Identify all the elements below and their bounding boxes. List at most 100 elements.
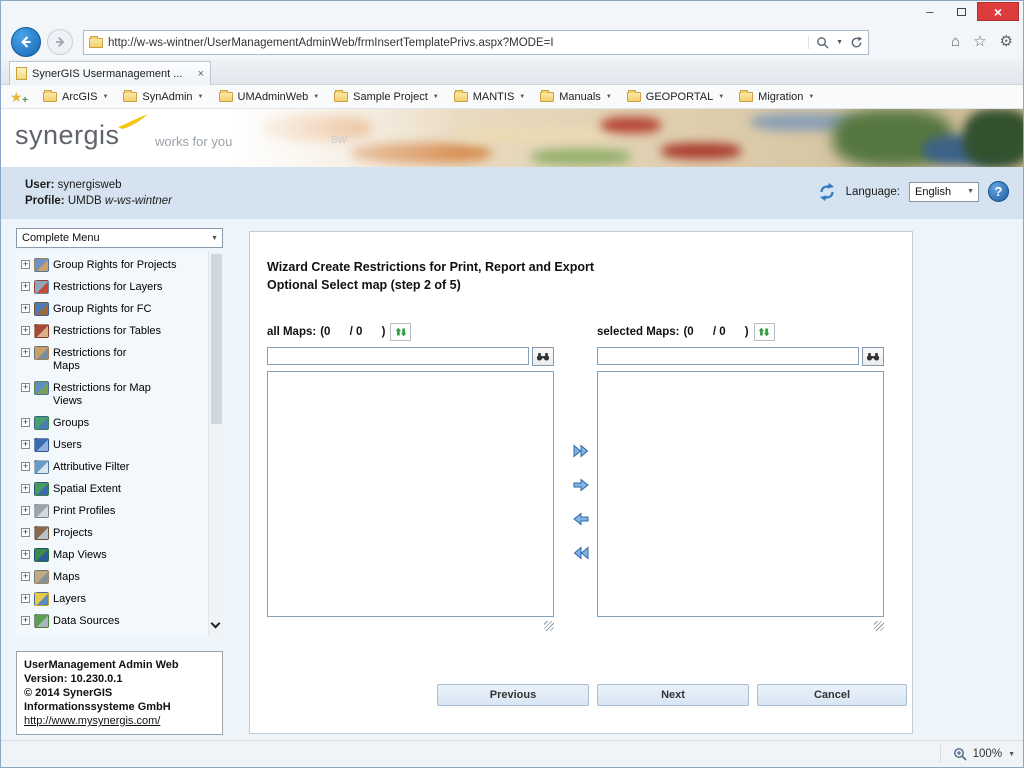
selected-maps-filter-input[interactable] <box>597 347 859 365</box>
maximize-button[interactable] <box>946 2 976 21</box>
sidebar-item-restrictions-for-maps[interactable]: +Restrictions for Maps <box>16 342 207 377</box>
favorites-icon[interactable]: ☆ <box>973 34 986 49</box>
move-all-right-button[interactable] <box>570 440 592 462</box>
expand-icon[interactable]: + <box>21 348 30 357</box>
expand-icon[interactable]: + <box>21 506 30 515</box>
favorites-item-sample-project[interactable]: Sample Project▼ <box>334 91 439 103</box>
sidebar-item-restrictions-for-map-views[interactable]: +Restrictions for Map Views <box>16 377 207 412</box>
move-right-button[interactable] <box>570 474 592 496</box>
sidebar-item-map-views[interactable]: +Map Views <box>16 544 207 566</box>
previous-button[interactable]: Previous <box>437 684 589 706</box>
maps-icon <box>34 570 49 584</box>
tools-icon[interactable]: ⚙ <box>1000 34 1013 49</box>
sidebar-item-group-rights-for-projects[interactable]: +Group Rights for Projects <box>16 254 207 276</box>
expand-icon[interactable]: + <box>21 594 30 603</box>
expand-icon[interactable]: + <box>21 418 30 427</box>
tree-scrollbar[interactable] <box>208 252 223 636</box>
tab-bar: SynerGIS Usermanagement ... × <box>1 59 1023 85</box>
selected-maps-count: (0 / 0 ) <box>683 326 748 338</box>
help-button[interactable]: ? <box>988 181 1009 202</box>
refresh-list-button[interactable] <box>754 323 775 341</box>
all-maps-find-button[interactable] <box>532 347 554 366</box>
arrow-right-icon <box>571 475 591 495</box>
sidebar-item-data-sources[interactable]: +Data Sources <box>16 610 207 632</box>
wizard-title: Wizard Create Restrictions for Print, Re… <box>267 260 594 274</box>
expand-icon[interactable]: + <box>21 282 30 291</box>
sidebar-item-print-profiles[interactable]: +Print Profiles <box>16 500 207 522</box>
search-icon[interactable] <box>816 36 829 49</box>
favorites-item-mantis[interactable]: MANTIS▼ <box>454 91 526 103</box>
all-maps-column: all Maps: (0 / 0 ) <box>267 322 554 631</box>
move-left-button[interactable] <box>570 508 592 530</box>
scroll-down-icon[interactable] <box>211 619 221 629</box>
favorites-item-label: UMAdminWeb <box>238 91 309 103</box>
refresh-icon[interactable] <box>850 36 863 49</box>
expand-icon[interactable]: + <box>21 326 30 335</box>
expand-icon[interactable]: + <box>21 550 30 559</box>
forward-button[interactable] <box>47 29 73 55</box>
menu-filter-select[interactable]: Complete Menu ▼ <box>16 228 223 248</box>
next-button[interactable]: Next <box>597 684 749 706</box>
reload-icon[interactable] <box>817 182 837 202</box>
favorites-item-umadminweb[interactable]: UMAdminWeb▼ <box>219 91 320 103</box>
navigation-bar: http://w-ws-wintner/UserManagementAdminW… <box>1 26 1023 59</box>
address-bar[interactable]: http://w-ws-wintner/UserManagementAdminW… <box>83 30 869 55</box>
resize-handle[interactable] <box>874 621 884 631</box>
sidebar-item-projects[interactable]: +Projects <box>16 522 207 544</box>
resize-handle[interactable] <box>544 621 554 631</box>
tab-title: SynerGIS Usermanagement ... <box>32 68 193 80</box>
sidebar-item-layers[interactable]: +Layers <box>16 588 207 610</box>
sidebar-item-restrictions-for-layers[interactable]: +Restrictions for Layers <box>16 276 207 298</box>
sidebar-item-restrictions-for-tables[interactable]: +Restrictions for Tables <box>16 320 207 342</box>
tab-close-icon[interactable]: × <box>198 68 204 80</box>
expand-icon[interactable]: + <box>21 304 30 313</box>
synergis-link[interactable]: http://www.mysynergis.com/ <box>24 715 160 727</box>
favorites-item-synadmin[interactable]: SynAdmin▼ <box>123 91 203 103</box>
sidebar-item-users[interactable]: +Users <box>16 434 207 456</box>
expand-icon[interactable]: + <box>21 484 30 493</box>
favorites-item-manuals[interactable]: Manuals▼ <box>540 91 612 103</box>
all-maps-listbox[interactable] <box>267 371 554 617</box>
expand-icon[interactable]: + <box>21 383 30 392</box>
address-dropdown-icon[interactable]: ▼ <box>836 39 843 46</box>
expand-icon[interactable]: + <box>21 616 30 625</box>
map-blob <box>963 109 1023 167</box>
sidebar-item-maps[interactable]: +Maps <box>16 566 207 588</box>
minimize-button[interactable]: – <box>915 2 945 21</box>
back-button[interactable] <box>11 27 41 57</box>
favorites-item-migration[interactable]: Migration▼ <box>739 91 814 103</box>
navigation-tree: +Group Rights for Projects +Restrictions… <box>16 252 223 636</box>
sidebar-item-spatial-extent[interactable]: +Spatial Extent <box>16 478 207 500</box>
sidebar-item-attributive-filter[interactable]: +Attributive Filter <box>16 456 207 478</box>
home-icon[interactable]: ⌂ <box>951 34 960 49</box>
sidebar-item-group-rights-for-fc[interactable]: +Group Rights for FC <box>16 298 207 320</box>
expand-icon[interactable]: + <box>21 260 30 269</box>
status-bar: 100% ▼ <box>1 740 1023 767</box>
selected-maps-listbox[interactable] <box>597 371 884 617</box>
language-select[interactable]: English ▼ <box>909 182 979 202</box>
profile-label: Profile: <box>25 195 65 207</box>
refresh-list-button[interactable] <box>390 323 411 341</box>
expand-icon[interactable]: + <box>21 528 30 537</box>
expand-icon[interactable]: + <box>21 440 30 449</box>
scrollbar-thumb[interactable] <box>211 254 222 424</box>
back-arrow-icon <box>18 34 34 50</box>
zoom-control[interactable]: 100% ▼ <box>940 745 1015 763</box>
transfer-buttons <box>567 440 595 564</box>
selected-maps-find-button[interactable] <box>862 347 884 366</box>
move-all-left-button[interactable] <box>570 542 592 564</box>
add-favorite-icon[interactable]: ★+ <box>10 90 28 104</box>
folder-icon <box>43 92 57 102</box>
close-button[interactable]: × <box>977 2 1019 21</box>
all-maps-filter-input[interactable] <box>267 347 529 365</box>
wizard-subtitle: Optional Select map (step 2 of 5) <box>267 278 461 292</box>
cancel-button[interactable]: Cancel <box>757 684 907 706</box>
expand-icon[interactable]: + <box>21 462 30 471</box>
favorites-item-geoportal[interactable]: GEOPORTAL▼ <box>627 91 724 103</box>
browser-tab[interactable]: SynerGIS Usermanagement ... × <box>9 61 211 85</box>
favorites-item-arcgis[interactable]: ArcGIS▼ <box>43 91 108 103</box>
sidebar-item-groups[interactable]: +Groups <box>16 412 207 434</box>
url-text[interactable]: http://w-ws-wintner/UserManagementAdminW… <box>108 37 803 49</box>
favorites-item-label: Sample Project <box>353 91 428 103</box>
expand-icon[interactable]: + <box>21 572 30 581</box>
